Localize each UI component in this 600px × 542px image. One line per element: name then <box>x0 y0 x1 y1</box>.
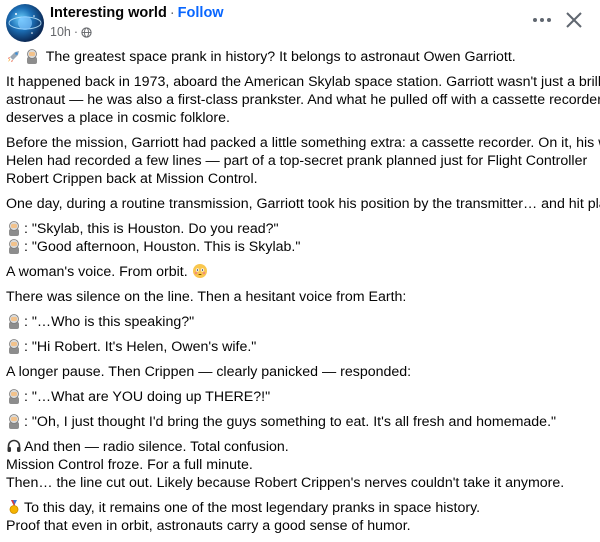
intro-line: astronaut — he was also a first-class pr… <box>6 92 600 108</box>
setup-line: Helen had recorded a few lines — part of… <box>6 153 588 169</box>
name-separator: · <box>169 5 175 21</box>
page-name-row: Interesting world · Follow <box>50 5 224 21</box>
astronaut-emoji <box>27 49 37 64</box>
aftermath-line: Mission Control froze. For a full minute… <box>6 457 253 473</box>
more-options-icon[interactable] <box>531 10 553 30</box>
astronaut-emoji <box>9 314 19 329</box>
intro-line: It happened back in 1973, aboard the Ame… <box>6 74 600 90</box>
pause-text: A longer pause. Then Crippen — clearly p… <box>6 364 412 380</box>
silence-text: There was silence on the line. Then a he… <box>6 289 407 305</box>
dialogue-block-1: : "Skylab, this is Houston. Do you read?… <box>6 220 594 256</box>
setup-paragraph: Before the mission, Garriott had packed … <box>6 134 600 188</box>
dialogue-block-5: : "Oh, I just thought I'd bring the guys… <box>6 413 594 431</box>
globe-icon[interactable] <box>81 26 92 38</box>
astronaut-emoji <box>9 339 19 354</box>
post-body: The greatest space prank in history? It … <box>6 48 600 542</box>
post-card: Interesting world · Follow 10h · The gre… <box>0 0 600 534</box>
pause-paragraph: A longer pause. Then Crippen — clearly p… <box>6 363 594 381</box>
ending-paragraph: To this day, it remains one of the most … <box>6 499 594 535</box>
page-name[interactable]: Interesting world <box>50 5 167 21</box>
astronaut-emoji <box>9 239 19 254</box>
headline-paragraph: The greatest space prank in history? It … <box>6 48 594 66</box>
womans-voice-paragraph: A woman's voice. From orbit. <box>6 263 594 281</box>
aftermath-paragraph: And then — radio silence. Total confusio… <box>6 438 594 492</box>
dialogue-block-3: : "Hi Robert. It's Helen, Owen's wife." <box>6 338 594 356</box>
astronaut-emoji <box>9 414 19 429</box>
setup-line: Robert Crippen back at Mission Control. <box>6 171 258 187</box>
headphones-emoji <box>7 439 21 452</box>
astronaut-emoji <box>9 221 19 236</box>
follow-button[interactable]: Follow <box>178 5 224 21</box>
post-header: Interesting world · Follow 10h · <box>0 0 600 44</box>
setup-line: Before the mission, Garriott had packed … <box>6 135 600 151</box>
dialogue-line: : "Oh, I just thought I'd bring the guys… <box>24 414 557 430</box>
dialogue-line: : "Skylab, this is Houston. Do you read?… <box>24 221 279 237</box>
rocket-emoji <box>8 51 19 62</box>
page-avatar[interactable] <box>6 4 44 42</box>
astronaut-emoji <box>9 389 19 404</box>
ending-line: Proof that even in orbit, astronauts car… <box>6 518 411 534</box>
dialogue-line: : "…What are YOU doing up THERE?!" <box>24 389 271 405</box>
womans-voice-text: A woman's voice. From orbit. <box>6 264 188 280</box>
silence-paragraph: There was silence on the line. Then a he… <box>6 288 594 306</box>
flushed-face-emoji <box>192 264 207 278</box>
aftermath-line: Then… the line cut out. Likely because R… <box>6 475 565 491</box>
meta-separator: · <box>73 25 79 39</box>
transmission-paragraph: One day, during a routine transmission, … <box>6 195 600 213</box>
post-time[interactable]: 10h <box>50 25 71 39</box>
headline-text: The greatest space prank in history? It … <box>45 49 516 65</box>
intro-paragraph: It happened back in 1973, aboard the Ame… <box>6 73 600 127</box>
ending-line: To this day, it remains one of the most … <box>24 500 481 516</box>
dialogue-line: : "Good afternoon, Houston. This is Skyl… <box>24 239 301 255</box>
dialogue-line: : "Hi Robert. It's Helen, Owen's wife." <box>24 339 257 355</box>
intro-line: deserves a place in cosmic folklore. <box>6 110 230 126</box>
close-icon[interactable] <box>565 11 583 29</box>
dialogue-block-4: : "…What are YOU doing up THERE?!" <box>6 388 594 406</box>
medal-emoji <box>9 500 19 514</box>
dialogue-block-2: : "…Who is this speaking?" <box>6 313 594 331</box>
dialogue-line: : "…Who is this speaking?" <box>24 314 195 330</box>
aftermath-line: And then — radio silence. Total confusio… <box>24 439 289 455</box>
transmission-text: One day, during a routine transmission, … <box>6 196 600 212</box>
post-meta: 10h · <box>50 25 92 39</box>
